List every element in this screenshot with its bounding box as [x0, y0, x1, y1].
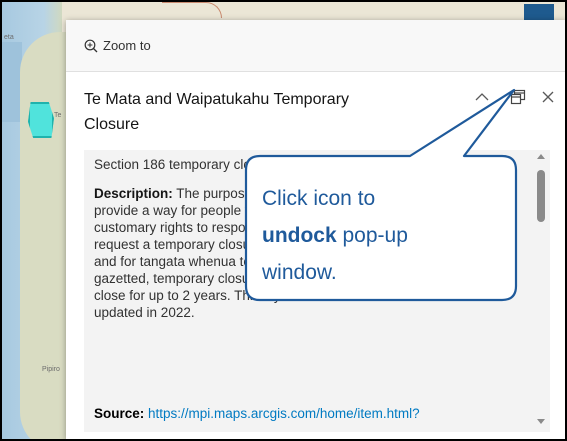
zoom-to-button[interactable]: Zoom to — [84, 38, 151, 53]
scroll-thumb[interactable] — [537, 170, 545, 222]
collapse-button[interactable] — [472, 87, 492, 107]
callout-line-1: Click icon to — [262, 187, 376, 210]
callout-bold-word: undock — [262, 224, 337, 247]
undock-button[interactable] — [508, 87, 528, 107]
undock-icon — [510, 89, 526, 105]
scroll-down-arrow-icon[interactable] — [537, 419, 545, 424]
map-water — [2, 42, 22, 122]
popup-action-bar: Zoom to — [66, 20, 565, 72]
close-button[interactable] — [538, 87, 558, 107]
callout-line-2: undock pop-up — [262, 217, 502, 254]
map-label: eta — [4, 34, 14, 41]
source-label: Source: — [94, 406, 145, 421]
scroll-up-arrow-icon[interactable] — [537, 154, 545, 159]
scrollbar[interactable] — [532, 150, 550, 432]
map-road — [162, 2, 222, 18]
closure-area-polygon[interactable] — [28, 102, 54, 138]
zoom-in-icon — [84, 39, 98, 52]
callout-line-2-rest: pop-up — [336, 224, 408, 247]
screenshot-frame: eta Pipiro Te Zoom to Te Mata and Waipat… — [0, 0, 567, 441]
callout-line-3: window. — [262, 261, 337, 284]
description-label: Description: — [94, 186, 173, 201]
popup-header: Te Mata and Waipatukahu Temporary Closur… — [66, 72, 565, 150]
callout-text: Click icon to undock pop-up window. — [262, 180, 502, 291]
section-heading: Section 186 temporary closures — [94, 157, 284, 172]
map-label: Pipiro — [42, 366, 60, 373]
chevron-up-icon — [475, 93, 489, 101]
source-line: Source: https://mpi.maps.arcgis.com/home… — [94, 406, 420, 421]
map-label: Te — [54, 112, 62, 119]
popup-title: Te Mata and Waipatukahu Temporary Closur… — [84, 91, 350, 133]
close-icon — [542, 91, 554, 103]
source-link[interactable]: https://mpi.maps.arcgis.com/home/item.ht… — [148, 406, 420, 421]
zoom-to-label: Zoom to — [103, 38, 151, 53]
